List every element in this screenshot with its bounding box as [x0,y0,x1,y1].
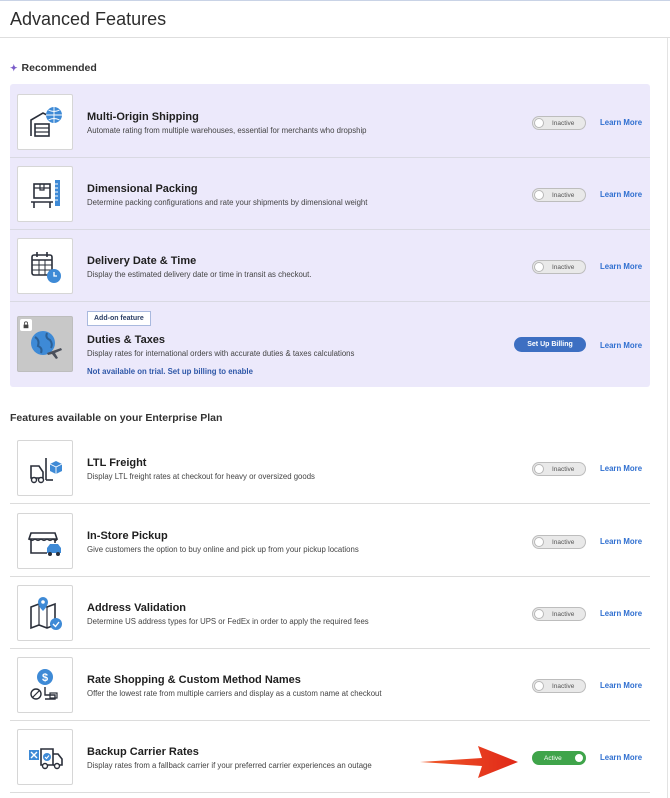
feature-row-multi-origin-shipping: Multi-Origin Shipping Automate rating fr… [10,86,650,158]
feature-description: Determine packing configurations and rat… [87,198,368,207]
svg-text:$: $ [42,672,48,684]
feature-row-delivery-date-time: Delivery Date & Time Display the estimat… [10,230,650,302]
feature-toggle[interactable]: Inactive [532,116,586,130]
toggle-status: Inactive [552,120,575,127]
feature-title: Address Validation [87,602,187,614]
warehouse-globe-icon [17,94,73,150]
addon-feature-badge: Add-on feature [87,311,151,326]
enterprise-heading: Features available on your Enterprise Pl… [10,412,222,424]
feature-toggle[interactable]: Inactive [532,535,586,549]
feature-title: Dimensional Packing [87,183,198,195]
feature-description: Automate rating from multiple warehouses… [87,126,367,135]
dollar-hand-icon: $ [17,657,73,713]
feature-title: In-Store Pickup [87,530,168,542]
toggle-status: Active [544,755,562,762]
toggle-knob [534,537,544,547]
recommended-heading: ✦ Recommended [10,62,97,74]
toggle-status: Inactive [552,611,575,618]
feature-title: Multi-Origin Shipping [87,111,199,123]
feature-row-address-validation: Address Validation Determine US address … [10,577,650,649]
feature-row-duties-taxes: Add-on feature Duties & Taxes Display ra… [10,302,650,386]
feature-description: Display rates from a fallback carrier if… [87,761,372,770]
toggle-knob [534,464,544,474]
feature-title: LTL Freight [87,457,147,469]
feature-description: Display the estimated delivery date or t… [87,270,312,279]
trial-note: Not available on trial. Set up billing t… [87,367,253,376]
enterprise-label: Features available on your Enterprise Pl… [10,412,223,424]
feature-description: Determine US address types for UPS or Fe… [87,617,369,626]
learn-more-link[interactable]: Learn More [600,753,642,762]
feature-row-in-store-pickup: In-Store Pickup Give customers the optio… [10,505,650,577]
page-title: Advanced Features [10,9,167,29]
forklift-icon [17,440,73,496]
recommended-label: Recommended [21,62,97,74]
feature-description: Display rates for international orders w… [87,349,355,358]
truck-backup-icon [17,729,73,785]
toggle-knob [574,753,584,763]
lock-icon [20,319,32,331]
top-border [0,0,670,1]
learn-more-link[interactable]: Learn More [600,681,642,690]
learn-more-link[interactable]: Learn More [600,118,642,127]
feature-description: Give customers the option to buy online … [87,545,359,554]
globe-plane-icon [17,316,73,372]
learn-more-link[interactable]: Learn More [600,537,642,546]
learn-more-link[interactable]: Learn More [600,464,642,473]
feature-toggle[interactable]: Inactive [532,188,586,202]
calendar-clock-icon [17,238,73,294]
feature-description: Display LTL freight rates at checkout fo… [87,472,315,481]
right-divider [667,38,668,798]
feature-toggle[interactable]: Active [532,751,586,765]
learn-more-link[interactable]: Learn More [600,262,642,271]
feature-row-dimensional-packing: Dimensional Packing Determine packing co… [10,158,650,230]
map-check-icon [17,585,73,641]
feature-title: Delivery Date & Time [87,255,197,267]
toggle-knob [534,681,544,691]
toggle-status: Inactive [552,264,575,271]
feature-row-backup-carrier-rates: Backup Carrier Rates Display rates from … [10,721,650,793]
store-car-icon [17,513,73,569]
learn-more-link[interactable]: Learn More [600,190,642,199]
feature-title: Duties & Taxes [87,334,166,346]
feature-toggle[interactable]: Inactive [532,607,586,621]
feature-title: Rate Shopping & Custom Method Names [87,674,301,686]
toggle-status: Inactive [552,683,575,690]
feature-toggle[interactable]: Inactive [532,462,586,476]
set-up-billing-button[interactable]: Set Up Billing [514,337,586,352]
feature-title: Backup Carrier Rates [87,746,199,758]
feature-description: Offer the lowest rate from multiple carr… [87,689,382,698]
toggle-knob [534,609,544,619]
toggle-status: Inactive [552,192,575,199]
feature-toggle[interactable]: Inactive [532,679,586,693]
feature-row-ltl-freight: LTL Freight Display LTL freight rates at… [10,432,650,504]
learn-more-link[interactable]: Learn More [600,609,642,618]
toggle-status: Inactive [552,539,575,546]
package-ruler-icon [17,166,73,222]
red-arrow-annotation [420,746,518,778]
toggle-knob [534,190,544,200]
sparkle-icon: ✦ [10,62,18,73]
feature-row-rate-shopping: $ Rate Shopping & Custom Method Names Of… [10,649,650,721]
toggle-status: Inactive [552,466,575,473]
toggle-knob [534,262,544,272]
learn-more-link[interactable]: Learn More [600,341,642,350]
title-divider [0,37,670,38]
feature-toggle[interactable]: Inactive [532,260,586,274]
toggle-knob [534,118,544,128]
